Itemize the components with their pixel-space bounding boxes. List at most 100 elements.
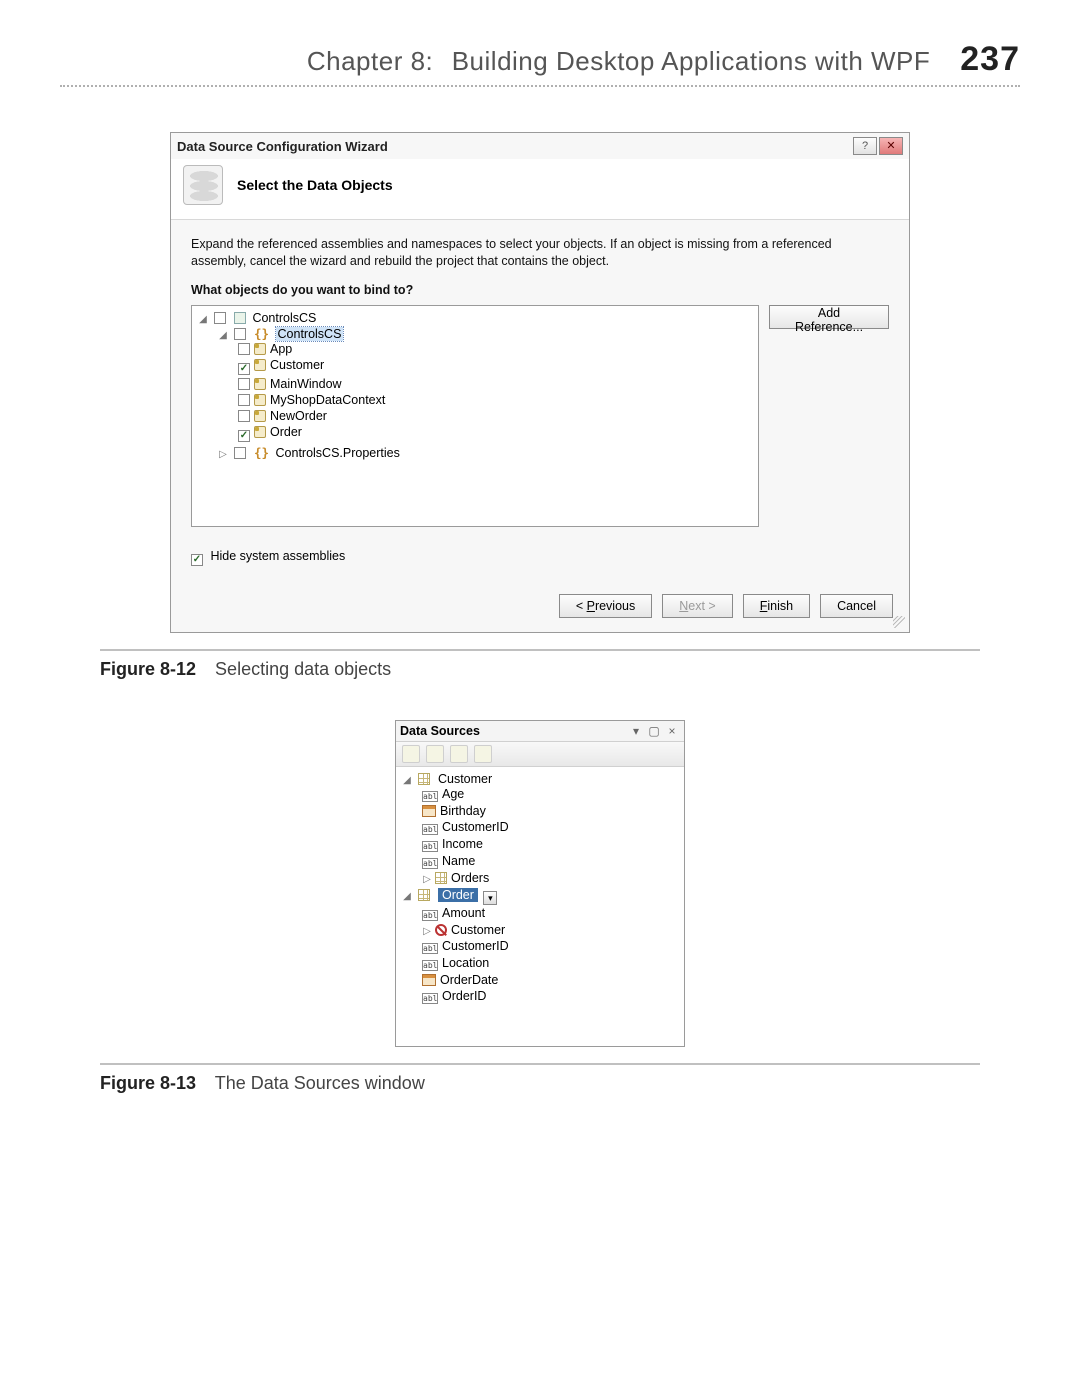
tree-label: MainWindow (270, 377, 342, 391)
tree-class[interactable]: ✓ Order (238, 424, 752, 443)
panel-title: Data Sources (400, 724, 480, 738)
namespace-icon: {} (254, 445, 269, 460)
checkbox[interactable] (234, 328, 246, 340)
class-icon (254, 394, 266, 406)
tree-label: MyShopDataContext (270, 393, 385, 407)
tree-class[interactable]: App (238, 341, 752, 357)
tree-label: Order (270, 425, 302, 439)
expander-icon[interactable]: ◢ (218, 330, 228, 341)
ds-field[interactable]: ablAmount (422, 905, 678, 922)
tree-class[interactable]: ✓ Customer (238, 357, 752, 376)
tree-class[interactable]: MainWindow (238, 376, 752, 392)
tree-label: ControlsCS (252, 311, 316, 325)
expander-icon[interactable]: ▷ (422, 874, 432, 885)
textbox-icon: abl (422, 824, 438, 835)
date-icon (422, 805, 436, 817)
class-icon (254, 410, 266, 422)
ds-field[interactable]: ablCustomerID (422, 819, 678, 836)
tree-label: ControlsCS (276, 327, 344, 341)
tree-label: NewOrder (270, 409, 327, 423)
expander-icon[interactable]: ◢ (402, 891, 412, 902)
class-icon (254, 343, 266, 355)
ds-node-customer[interactable]: ◢ Customer ablAge Birthday ablCustomerID… (402, 771, 678, 887)
textbox-icon: abl (422, 791, 438, 802)
checkbox[interactable] (238, 378, 250, 390)
ds-field[interactable]: OrderDate (422, 972, 678, 988)
panel-close-button[interactable]: × (664, 724, 680, 738)
finish-button[interactable]: Finish (743, 594, 810, 618)
tree-class[interactable]: NewOrder (238, 408, 752, 424)
toolbar-icon[interactable] (450, 745, 468, 763)
ds-field[interactable]: ablAge (422, 786, 678, 803)
ds-field[interactable]: ablIncome (422, 836, 678, 853)
expander-icon[interactable]: ◢ (198, 314, 208, 325)
figure-text: Selecting data objects (215, 659, 391, 679)
tree-class[interactable]: MyShopDataContext (238, 392, 752, 408)
previous-button[interactable]: < Previous (559, 594, 652, 618)
ds-field[interactable]: ablCustomerID (422, 938, 678, 955)
tree-namespace[interactable]: ◢ {} ControlsCS App ✓ Customer MainWindow… (218, 325, 752, 444)
data-source-wizard-dialog: Data Source Configuration Wizard ? ✕ Sel… (170, 132, 910, 633)
figure-number: Figure 8-12 (100, 659, 196, 679)
chapter-title: Building Desktop Applications with WPF (452, 46, 931, 76)
toolbar-icon[interactable] (402, 745, 420, 763)
chapter-label: Chapter 8: (307, 46, 433, 76)
help-button[interactable]: ? (853, 137, 877, 155)
class-icon (254, 378, 266, 390)
ds-field[interactable]: ▷Orders (422, 870, 678, 886)
toolbar-icon[interactable] (474, 745, 492, 763)
panel-titlebar[interactable]: Data Sources ▾ ▢ × (396, 721, 684, 742)
hide-assemblies-checkbox[interactable]: ✓ (191, 554, 203, 566)
page-number: 237 (960, 40, 1020, 79)
dialog-titlebar[interactable]: Data Source Configuration Wizard ? ✕ (171, 133, 909, 159)
panel-body[interactable]: ◢ Customer ablAge Birthday ablCustomerID… (396, 767, 684, 1046)
panel-menu-button[interactable]: ▾ (628, 724, 644, 738)
ds-field[interactable]: Birthday (422, 803, 678, 819)
object-tree[interactable]: ◢ ControlsCS ◢ {} ControlsCS App (191, 305, 759, 527)
dropdown-icon[interactable]: ▾ (483, 891, 497, 905)
hide-assemblies-row[interactable]: ✓ Hide system assemblies (191, 549, 889, 566)
ds-field[interactable]: ablName (422, 853, 678, 870)
class-icon (254, 426, 266, 438)
ds-node-order[interactable]: ◢ Order ▾ ablAmount ▷Customer ablCustome… (402, 887, 678, 1006)
tree-assembly[interactable]: ◢ ControlsCS ◢ {} ControlsCS App (198, 310, 752, 462)
panel-pin-button[interactable]: ▢ (646, 724, 662, 738)
panel-toolbar (396, 742, 684, 767)
textbox-icon: abl (422, 960, 438, 971)
tree-label: Customer (270, 358, 324, 372)
dialog-banner: Select the Data Objects (171, 159, 909, 220)
textbox-icon: abl (422, 858, 438, 869)
checkbox[interactable] (238, 394, 250, 406)
dialog-footer: < Previous Next > Finish Cancel (171, 584, 909, 632)
tree-namespace[interactable]: ▷ {} ControlsCS.Properties (218, 444, 752, 461)
checkbox[interactable]: ✓ (238, 363, 250, 375)
database-icon (183, 165, 223, 205)
grid-icon (418, 889, 430, 901)
resize-grip-icon[interactable] (893, 616, 905, 628)
expander-icon[interactable]: ◢ (402, 775, 412, 786)
grid-icon (418, 773, 430, 785)
class-icon (254, 359, 266, 371)
toolbar-icon[interactable] (426, 745, 444, 763)
add-reference-button[interactable]: Add Reference... (769, 305, 889, 329)
checkbox[interactable] (238, 343, 250, 355)
dialog-title: Data Source Configuration Wizard (177, 139, 851, 154)
assembly-icon (234, 312, 246, 324)
button-label: Cancel (837, 599, 876, 613)
namespace-icon: {} (254, 326, 269, 341)
ds-field[interactable]: ablOrderID (422, 988, 678, 1005)
close-button[interactable]: ✕ (879, 137, 903, 155)
checkbox[interactable] (214, 312, 226, 324)
figure-caption-1: Figure 8-12 Selecting data objects (100, 649, 980, 680)
expander-icon[interactable]: ▷ (218, 449, 228, 460)
checkbox[interactable] (234, 447, 246, 459)
expander-icon[interactable]: ▷ (422, 926, 432, 937)
checkbox[interactable] (238, 410, 250, 422)
cancel-button[interactable]: Cancel (820, 594, 893, 618)
ds-field[interactable]: ablLocation (422, 955, 678, 972)
next-button: Next > (662, 594, 732, 618)
checkbox[interactable]: ✓ (238, 430, 250, 442)
textbox-icon: abl (422, 943, 438, 954)
figure-text: The Data Sources window (215, 1073, 425, 1093)
ds-field[interactable]: ▷Customer (422, 922, 678, 938)
